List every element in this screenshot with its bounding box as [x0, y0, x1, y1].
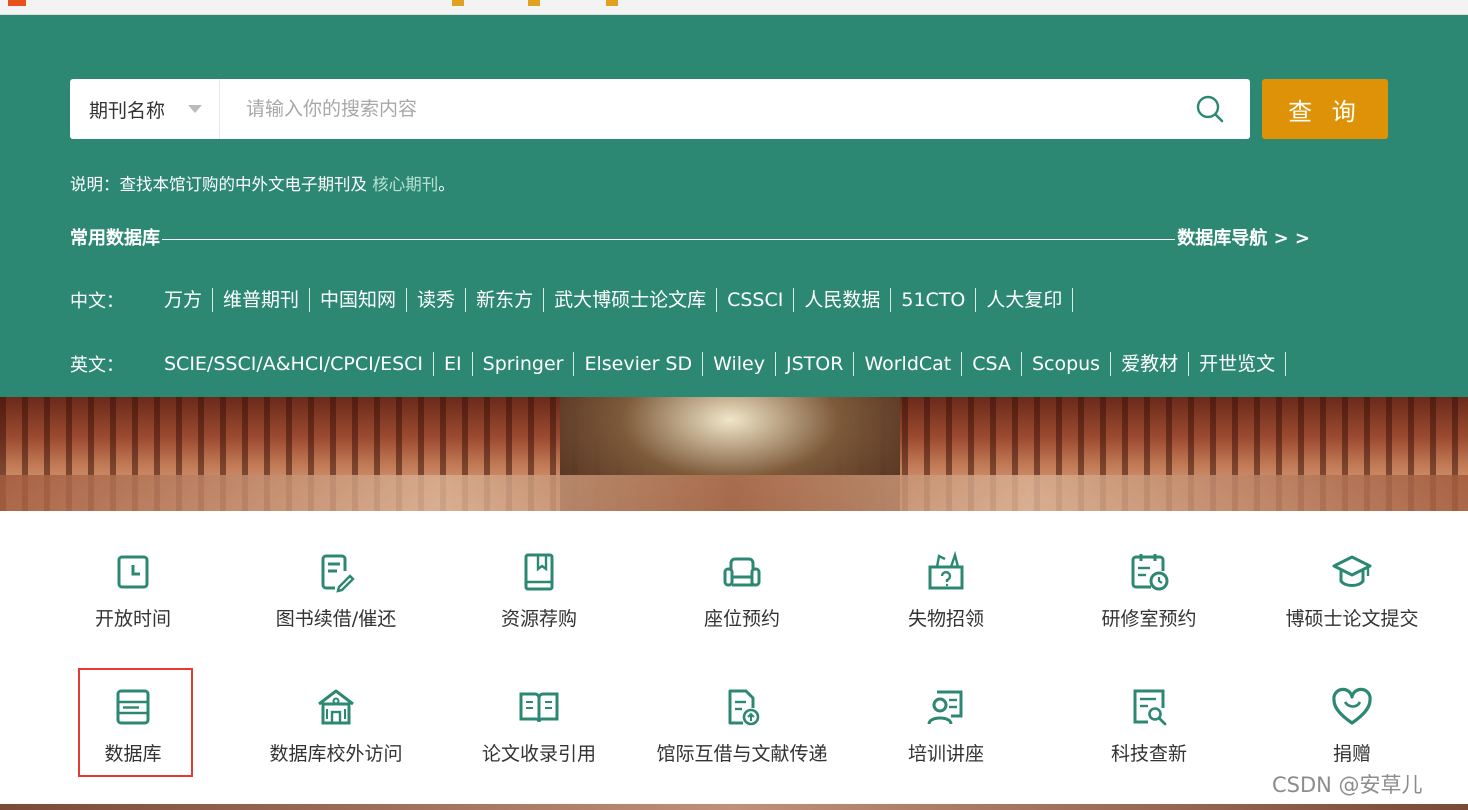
service-label: 失物招领 [907, 608, 984, 630]
heart-icon [1331, 686, 1373, 728]
service-label: 资源荐购 [500, 608, 577, 630]
database-link[interactable]: CSSCI [717, 288, 795, 312]
database-link[interactable]: 维普期刊 [213, 288, 311, 312]
service-label: 数据库校外访问 [269, 743, 403, 765]
search-button[interactable]: 查 询 [1262, 79, 1388, 139]
database-link[interactable]: 万方 [154, 288, 214, 312]
database-link[interactable]: Scopus [1022, 352, 1112, 376]
graduation-cap-icon [1331, 551, 1373, 593]
chinese-database-row: 中文： 万方 维普期刊 中国知网 读秀 新东方 武大博硕士论文库 CSSCI 人… [70, 285, 1074, 315]
database-link[interactable]: 开世览文 [1189, 352, 1287, 376]
services-grid: 开放时间 图书续借/催还 资源荐购 座位预约 失物招领 研修室预约 博硕士论文提… [0, 511, 1468, 810]
database-link[interactable]: WorldCat [854, 352, 963, 376]
service-thesis-submission[interactable]: 博硕士论文提交 [1257, 551, 1447, 661]
database-link[interactable]: Wiley [703, 352, 776, 376]
service-label: 数据库 [104, 743, 162, 765]
chevron-down-icon [188, 105, 202, 113]
library-banner-image [0, 397, 1468, 511]
lost-found-box-icon [925, 550, 967, 593]
document-upload-icon [721, 686, 763, 728]
favicon [8, 0, 26, 6]
database-link[interactable]: 武大博硕士论文库 [544, 288, 718, 312]
database-link[interactable]: 人民数据 [794, 288, 892, 312]
common-databases-title: 常用数据库 [70, 228, 160, 249]
service-label: 论文收录引用 [481, 743, 596, 765]
banner-floor [0, 475, 1468, 511]
database-link[interactable]: 爱教材 [1111, 352, 1190, 376]
search-input[interactable] [221, 79, 1181, 139]
service-seat-reservation[interactable]: 座位预约 [647, 551, 837, 661]
service-label: 图书续借/催还 [275, 608, 397, 630]
database-link[interactable]: EI [434, 352, 473, 376]
chinese-label: 中文： [70, 291, 124, 312]
watermark: CSDN @安草儿 [1272, 773, 1423, 797]
bookmark-icon [606, 0, 618, 6]
search-box: 期刊名称 [70, 79, 1250, 139]
book-icon [518, 551, 560, 593]
service-resource-recommendation[interactable]: 资源荐购 [444, 551, 634, 661]
service-label: 博硕士论文提交 [1285, 608, 1419, 630]
common-databases-header: 常用数据库 数据库导航 > > [70, 224, 1310, 250]
sofa-icon [721, 551, 763, 593]
service-citation[interactable]: 论文收录引用 [444, 686, 634, 796]
english-label: 英文： [70, 355, 124, 376]
service-label: 开放时间 [94, 608, 171, 630]
search-note: 说明：查找本馆订购的中外文电子期刊及 核心期刊。 [70, 171, 455, 195]
search-document-icon [1128, 686, 1170, 728]
database-link[interactable]: JSTOR [776, 352, 855, 376]
bookmark-icon [528, 0, 540, 6]
note-text: 说明：查找本馆订购的中外文电子期刊及 [70, 175, 373, 194]
service-offcampus-access[interactable]: 数据库校外访问 [241, 686, 431, 796]
note-end: 。 [438, 175, 455, 194]
calendar-clock-icon [1128, 551, 1170, 593]
core-journals-link[interactable]: 核心期刊 [372, 175, 438, 194]
service-label: 研修室预约 [1101, 608, 1197, 630]
building-icon [315, 686, 357, 728]
service-database[interactable]: 数据库 [38, 686, 228, 796]
search-icon[interactable] [1195, 94, 1225, 124]
open-book-icon [518, 686, 560, 728]
service-opening-hours[interactable]: 开放时间 [38, 551, 228, 661]
service-label: 馆际互借与文献传递 [656, 743, 828, 765]
bookmark-icon [452, 0, 464, 6]
service-interlibrary-loan[interactable]: 馆际互借与文献传递 [647, 686, 837, 796]
lecture-icon [925, 686, 967, 728]
service-book-renewal[interactable]: 图书续借/催还 [241, 551, 431, 661]
database-link[interactable]: SCIE/SSCI/A&HCI/CPCI/ESCI [154, 352, 435, 376]
database-link[interactable]: 读秀 [407, 288, 467, 312]
banner-bottom-strip [0, 804, 1468, 810]
service-label: 科技查新 [1110, 743, 1187, 765]
clock-icon [112, 551, 154, 593]
service-label: 捐赠 [1332, 743, 1371, 765]
database-link[interactable]: Elsevier SD [574, 352, 704, 376]
browser-tab-strip [0, 0, 1468, 15]
service-label: 座位预约 [703, 608, 780, 630]
service-label: 培训讲座 [907, 743, 984, 765]
service-training-lectures[interactable]: 培训讲座 [851, 686, 1041, 796]
database-icon [112, 686, 154, 728]
search-type-label: 期刊名称 [89, 99, 166, 122]
service-lost-and-found[interactable]: 失物招领 [851, 550, 1041, 661]
database-link[interactable]: 新东方 [466, 288, 545, 312]
database-link[interactable]: CSA [962, 352, 1022, 376]
service-novelty-search[interactable]: 科技查新 [1054, 686, 1244, 796]
database-navigation-link[interactable]: 数据库导航 > > [1177, 224, 1310, 250]
search-type-select[interactable]: 期刊名称 [70, 79, 220, 139]
english-database-row: 英文： SCIE/SSCI/A&HCI/CPCI/ESCI EI Springe… [70, 349, 1287, 379]
search-panel: 期刊名称 查 询 说明：查找本馆订购的中外文电子期刊及 核心期刊。 常用数据库 … [0, 15, 1468, 397]
database-link[interactable]: 中国知网 [310, 288, 408, 312]
database-link[interactable]: 51CTO [891, 288, 977, 312]
service-study-room-reservation[interactable]: 研修室预约 [1054, 551, 1244, 661]
renew-document-icon [315, 551, 357, 593]
divider [162, 238, 1176, 240]
database-link[interactable]: 人大复印 [976, 288, 1074, 312]
database-link[interactable]: Springer [473, 352, 575, 376]
